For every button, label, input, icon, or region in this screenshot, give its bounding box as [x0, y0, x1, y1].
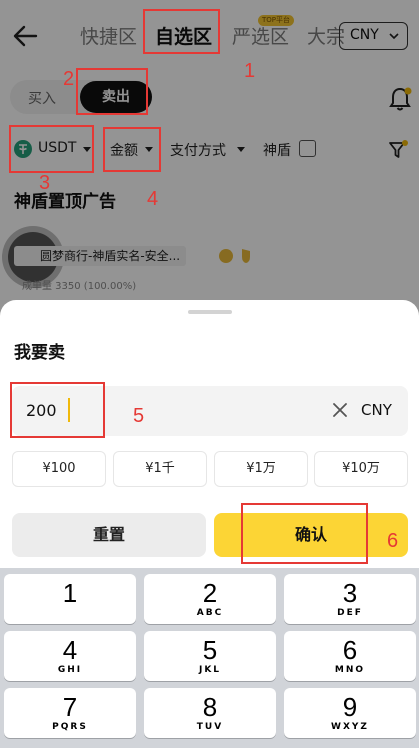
key-2[interactable]: 2 ABC	[144, 574, 276, 624]
annotation-box-4	[103, 127, 161, 172]
key-digit: 8	[202, 692, 218, 722]
annotation-number-1: 1	[244, 60, 256, 82]
key-digit: 4	[62, 635, 78, 665]
annotation-box-2	[76, 68, 148, 115]
key-5[interactable]: 5 JKL	[144, 631, 276, 681]
key-letters: MNO	[334, 665, 366, 675]
key-digit: 6	[342, 635, 358, 665]
annotation-number-4: 4	[147, 188, 159, 210]
key-letters	[4, 608, 136, 620]
key-letters: PQRS	[52, 722, 88, 732]
key-digit: 7	[62, 692, 78, 722]
key-digit: 5	[202, 635, 218, 665]
key-letters: DEF	[337, 608, 363, 618]
key-digit: 2	[202, 578, 218, 608]
key-4[interactable]: 4 GHI	[4, 631, 136, 681]
annotation-number-3: 3	[39, 172, 51, 194]
key-letters: ABC	[196, 608, 224, 618]
key-letters: JKL	[198, 665, 222, 675]
quick-amount-100k[interactable]: ¥10万	[314, 451, 408, 487]
annotation-number-5: 5	[133, 405, 145, 427]
annotation-box-1	[143, 9, 220, 54]
key-7[interactable]: 7 PQRS	[4, 688, 136, 738]
key-8[interactable]: 8 TUV	[144, 688, 276, 738]
reset-button[interactable]: 重置	[12, 513, 206, 557]
amount-currency: CNY	[361, 401, 392, 419]
annotation-box-5	[10, 382, 105, 438]
key-digit: 9	[342, 692, 358, 722]
key-digit: 3	[342, 578, 358, 608]
annotation-box-3	[9, 125, 94, 173]
numeric-keypad: 1 2 ABC 3 DEF 4 GHI 5 JKL 6 MNO 7 PQRS 8 TUV 9W…	[0, 568, 419, 748]
annotation-number-2: 2	[63, 68, 75, 90]
sheet-title: 我要卖	[14, 343, 65, 363]
quick-amount-1k[interactable]: ¥1千	[113, 451, 207, 487]
clear-icon[interactable]	[333, 403, 347, 417]
key-letters: GHI	[57, 665, 83, 675]
key-letters: WXYZ	[331, 722, 369, 732]
key-1[interactable]: 1	[4, 574, 136, 624]
sheet-handle[interactable]	[188, 310, 232, 314]
key-digit: 1	[62, 578, 78, 608]
key-letters: TUV	[196, 722, 224, 732]
key-9[interactable]: 9 WXYZ	[284, 688, 416, 738]
quick-amount-10k[interactable]: ¥1万	[214, 451, 308, 487]
quick-amount-100[interactable]: ¥100	[12, 451, 106, 487]
key-3[interactable]: 3 DEF	[284, 574, 416, 624]
key-6[interactable]: 6 MNO	[284, 631, 416, 681]
annotation-number-6: 6	[387, 530, 399, 552]
annotation-box-6	[241, 503, 368, 564]
